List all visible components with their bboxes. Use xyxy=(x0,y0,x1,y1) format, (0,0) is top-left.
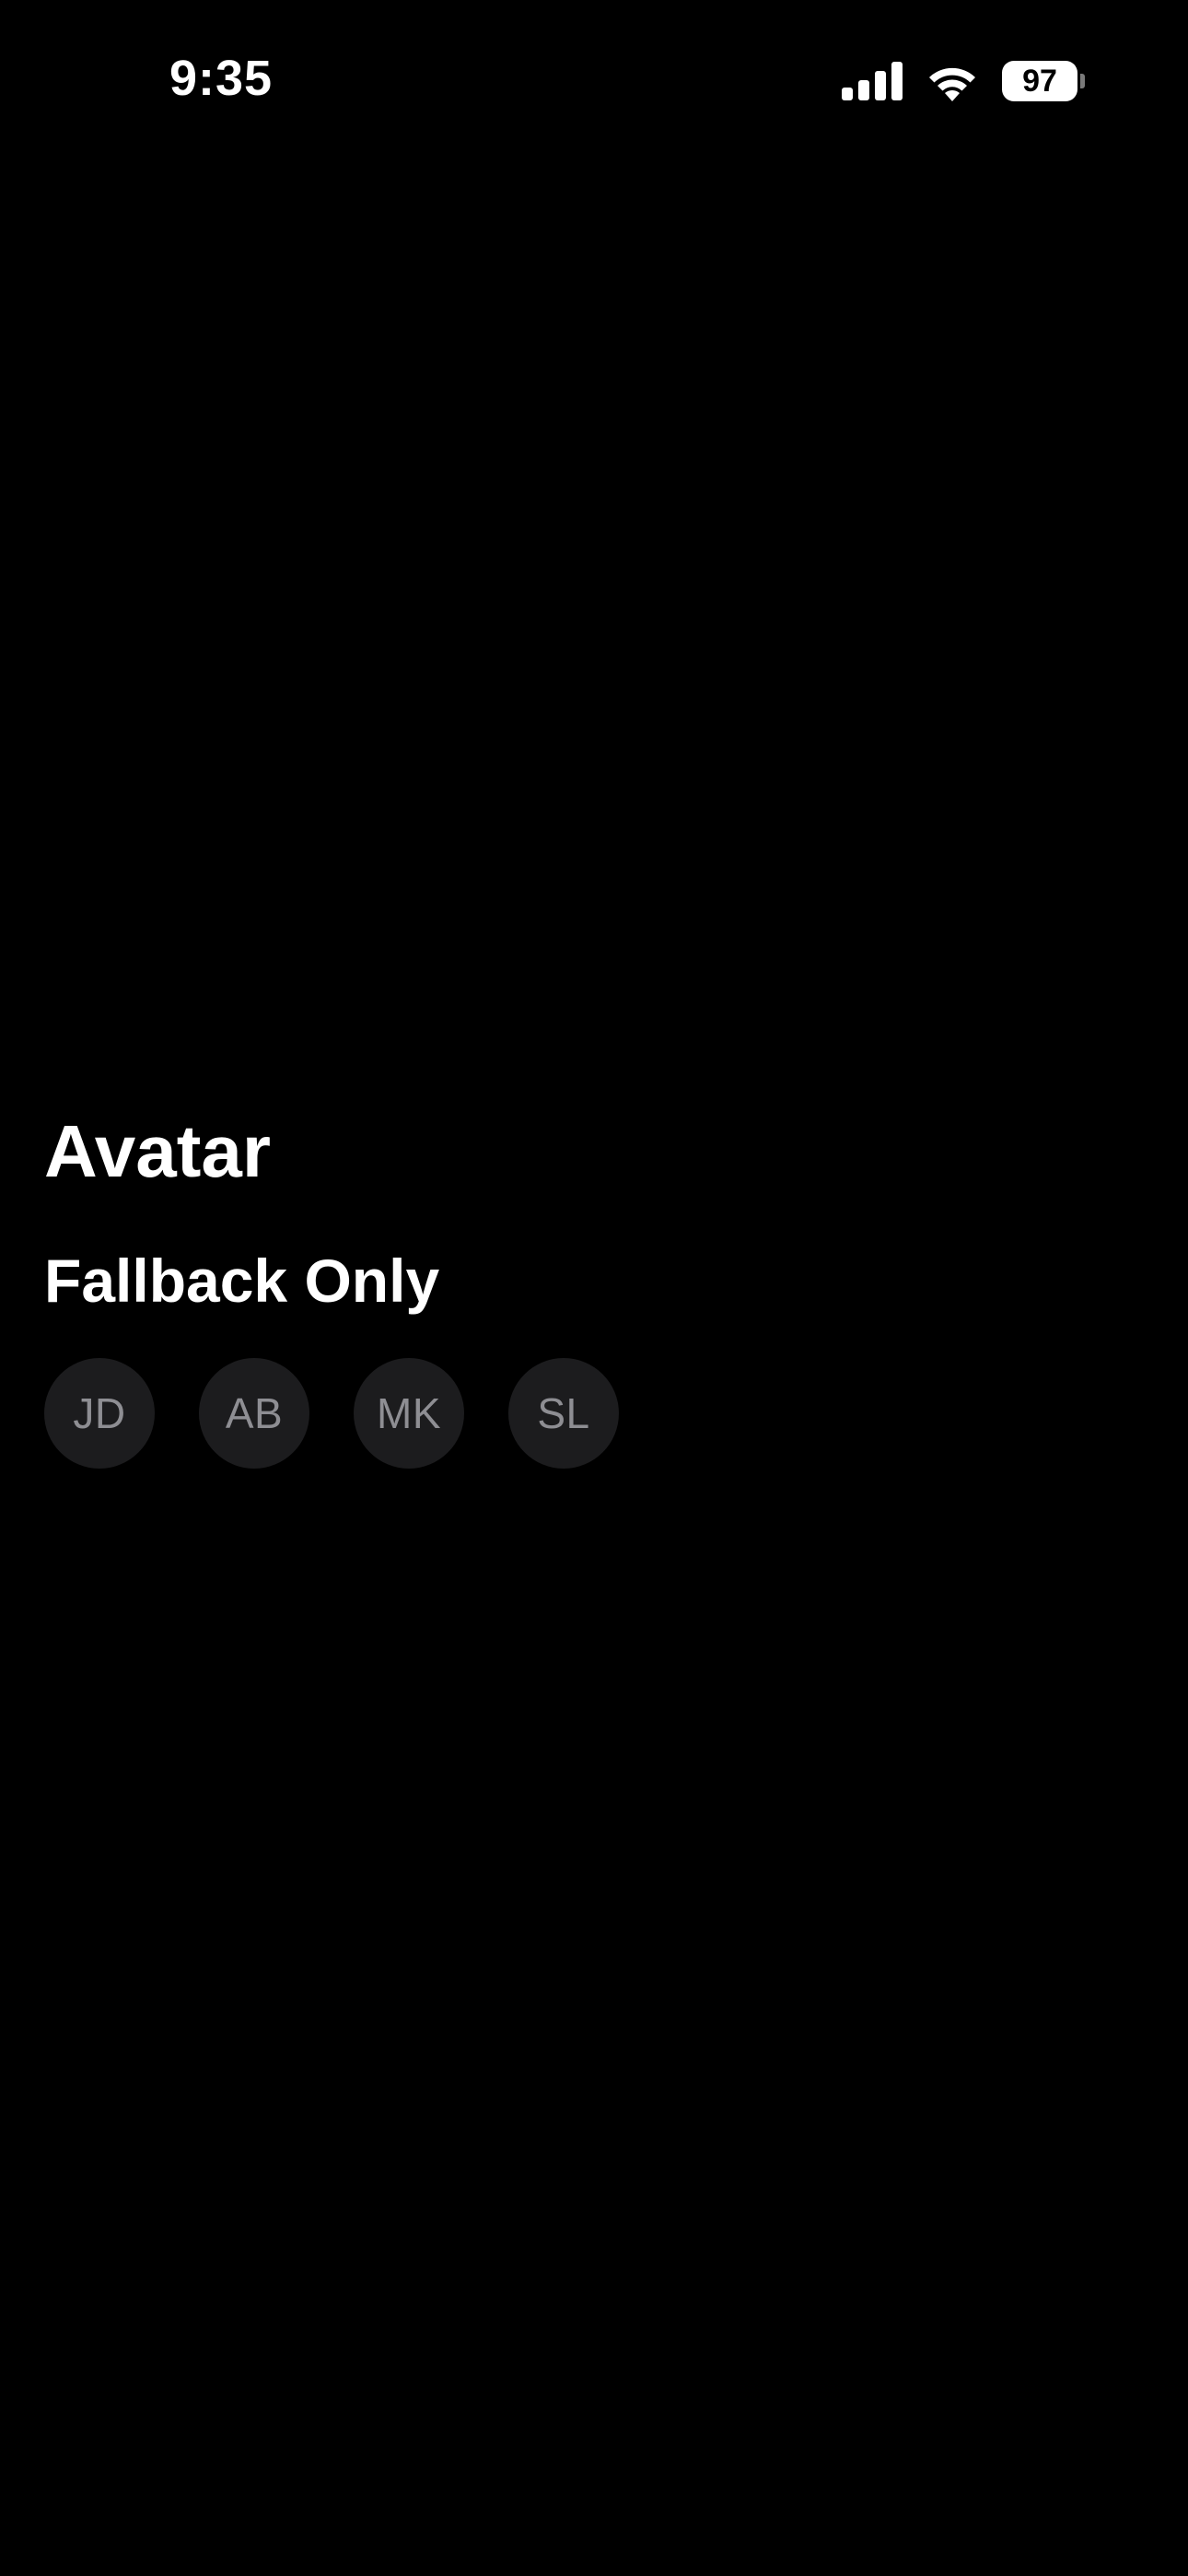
avatar-initials: JD xyxy=(73,1389,126,1437)
avatar-initials: MK xyxy=(377,1389,441,1437)
avatar: JD xyxy=(44,1358,155,1469)
battery-level: 97 xyxy=(1002,61,1078,101)
battery-cap xyxy=(1080,74,1085,88)
status-indicators: 97 xyxy=(842,53,1085,109)
avatar: SL xyxy=(508,1358,619,1469)
status-time: 9:35 xyxy=(169,51,274,106)
avatar-initials: AB xyxy=(225,1389,284,1437)
avatar-row: JD AB MK SL xyxy=(44,1358,619,1469)
avatar: AB xyxy=(199,1358,309,1469)
page-title: Avatar xyxy=(44,1110,272,1192)
section-title: Fallback Only xyxy=(44,1247,440,1315)
battery-icon: 97 xyxy=(1002,60,1085,102)
avatar-initials: SL xyxy=(537,1389,590,1437)
avatar: MK xyxy=(354,1358,464,1469)
wifi-icon xyxy=(925,61,980,101)
signal-icon xyxy=(842,62,903,100)
status-bar: 9:35 97 xyxy=(0,0,1188,157)
